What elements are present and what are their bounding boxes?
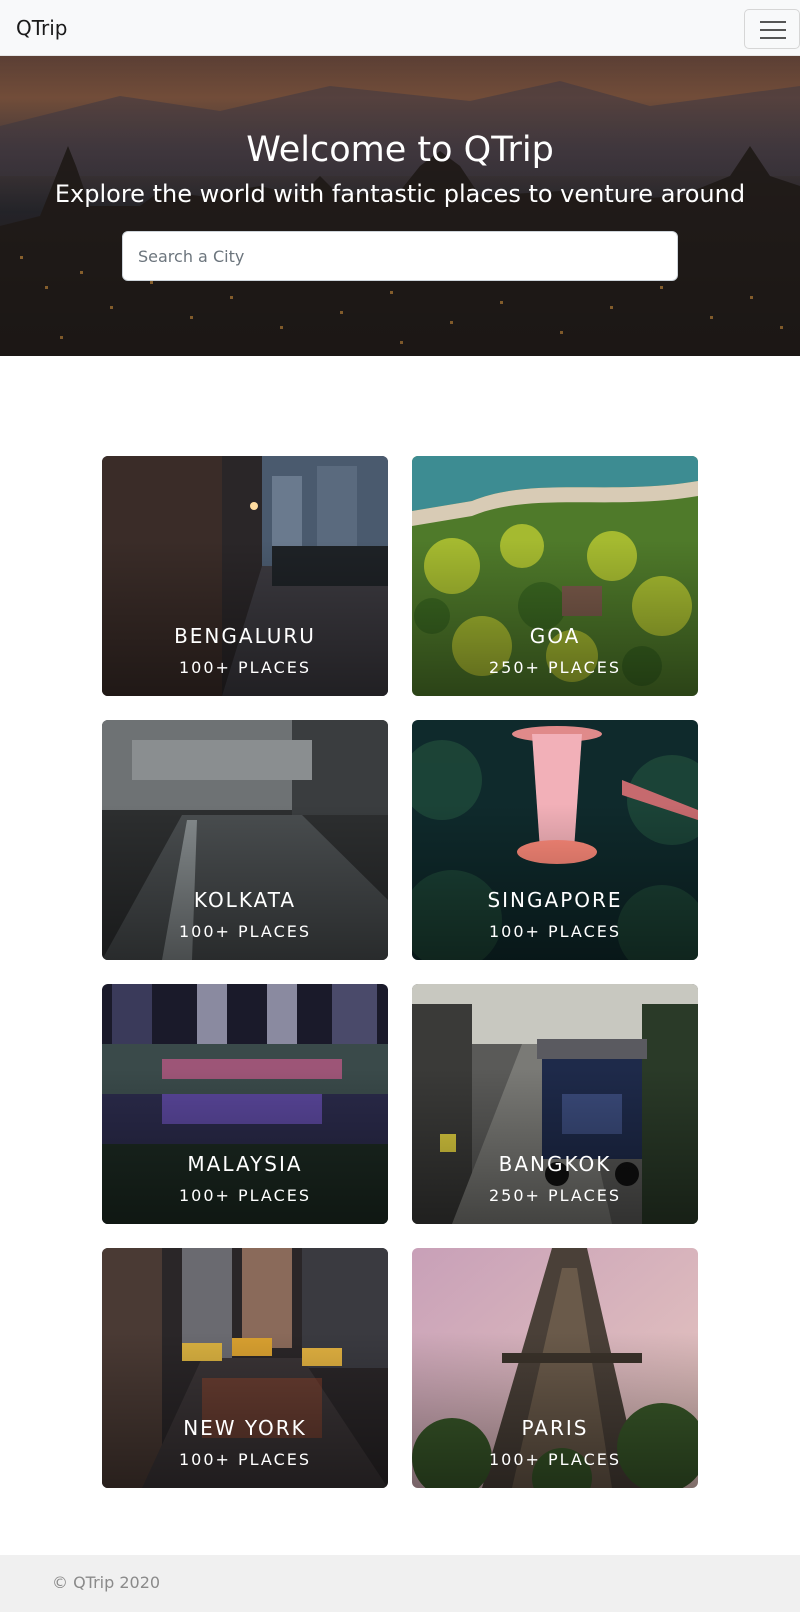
city-name: PARIS xyxy=(521,1416,589,1440)
city-places-count: 250+ PLACES xyxy=(488,1186,622,1205)
footer: © QTrip 2020 xyxy=(0,1555,800,1612)
city-search-input[interactable] xyxy=(122,231,678,281)
city-name: BENGALURU xyxy=(174,624,316,648)
city-places-count: 100+ PLACES xyxy=(178,658,312,677)
hero-title: Welcome to QTrip xyxy=(246,130,554,170)
city-places-count: 100+ PLACES xyxy=(178,922,312,941)
city-name: GOA xyxy=(529,624,581,648)
copyright-text: © QTrip 2020 xyxy=(52,1573,161,1592)
city-card-singapore[interactable]: SINGAPORE 100+ PLACES xyxy=(412,720,698,960)
city-name: NEW YORK xyxy=(183,1416,307,1440)
hamburger-menu-icon[interactable] xyxy=(744,9,800,49)
city-card-bangkok[interactable]: BANGKOK 250+ PLACES xyxy=(412,984,698,1224)
city-card-kolkata[interactable]: KOLKATA 100+ PLACES xyxy=(102,720,388,960)
hero-banner: Welcome to QTrip Explore the world with … xyxy=(0,56,800,356)
city-card-bengaluru[interactable]: BENGALURU 100+ PLACES xyxy=(102,456,388,696)
city-places-count: 250+ PLACES xyxy=(488,658,622,677)
city-card-paris[interactable]: PARIS 100+ PLACES xyxy=(412,1248,698,1488)
city-places-count: 100+ PLACES xyxy=(178,1186,312,1205)
city-places-count: 100+ PLACES xyxy=(488,922,622,941)
city-places-count: 100+ PLACES xyxy=(178,1450,312,1469)
city-places-count: 100+ PLACES xyxy=(488,1450,622,1469)
navbar: QTrip xyxy=(0,0,800,56)
city-name: MALAYSIA xyxy=(187,1152,303,1176)
hero-subtitle: Explore the world with fantastic places … xyxy=(54,180,746,208)
city-name: SINGAPORE xyxy=(487,888,623,912)
brand-logo[interactable]: QTrip xyxy=(16,16,68,40)
city-card-new-york[interactable]: NEW YORK 100+ PLACES xyxy=(102,1248,388,1488)
city-card-malaysia[interactable]: MALAYSIA 100+ PLACES xyxy=(102,984,388,1224)
city-card-goa[interactable]: GOA 250+ PLACES xyxy=(412,456,698,696)
city-name: BANGKOK xyxy=(498,1152,612,1176)
city-name: KOLKATA xyxy=(193,888,297,912)
